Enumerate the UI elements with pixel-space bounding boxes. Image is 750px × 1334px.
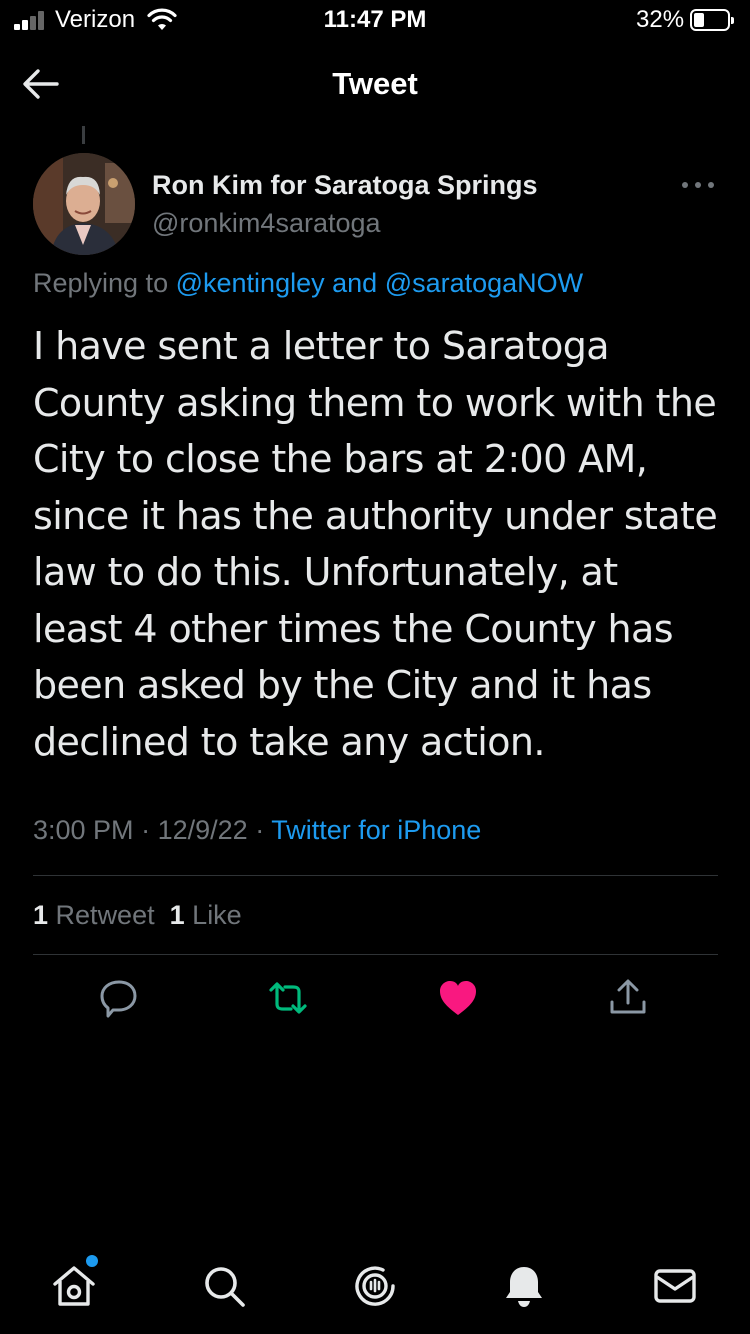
retweet-label: Retweet: [55, 900, 155, 930]
spaces-icon[interactable]: [351, 1262, 399, 1310]
tweet-date: 12/9/22: [157, 815, 248, 845]
notifications-icon[interactable]: [500, 1262, 548, 1310]
like-count: 1: [169, 900, 185, 930]
retweet-count: 1: [33, 900, 49, 930]
meta-separator: ·: [141, 815, 151, 845]
battery-percentage: 32%: [636, 6, 685, 33]
mention-link-saratoganow[interactable]: @saratogaNOW: [385, 268, 583, 298]
battery-icon: [690, 9, 734, 31]
thread-connector: [82, 126, 85, 144]
tweet-source-link[interactable]: Twitter for iPhone: [271, 815, 481, 845]
retweets-stat[interactable]: 1 Retweet: [33, 900, 155, 930]
meta-separator: ·: [255, 815, 265, 845]
search-icon[interactable]: [200, 1262, 248, 1310]
replying-prefix: Replying to: [33, 268, 169, 298]
divider: [33, 875, 718, 876]
messages-icon[interactable]: [651, 1262, 699, 1310]
share-icon[interactable]: [606, 976, 650, 1020]
retweet-icon[interactable]: [266, 976, 310, 1020]
more-options-icon[interactable]: [682, 182, 716, 190]
avatar[interactable]: [33, 153, 135, 255]
likes-stat[interactable]: 1 Like: [170, 900, 242, 930]
heart-icon[interactable]: [436, 976, 480, 1020]
reply-icon[interactable]: [97, 976, 141, 1020]
home-notification-dot: [86, 1255, 98, 1267]
status-bar: Verizon 11:47 PM 32%: [0, 0, 750, 40]
tweet-meta: 3:00 PM · 12/9/22 · Twitter for iPhone: [33, 815, 481, 846]
tweet-text: I have sent a letter to Saratoga County …: [33, 324, 718, 764]
tweet-stats: 1 Retweet 1 Like: [33, 900, 242, 931]
tweet-time: 3:00 PM: [33, 815, 134, 845]
page-title: Tweet: [332, 66, 418, 101]
author-handle[interactable]: @ronkim4saratoga: [152, 208, 381, 239]
divider: [33, 954, 718, 955]
home-icon[interactable]: [50, 1262, 98, 1310]
like-label: Like: [192, 900, 242, 930]
mention-link-kentingley[interactable]: @kentingley: [176, 268, 325, 298]
replying-and: and: [332, 268, 378, 298]
replying-to: Replying to @kentingley and @saratogaNOW: [33, 268, 583, 299]
author-name[interactable]: Ron Kim for Saratoga Springs: [152, 170, 538, 201]
